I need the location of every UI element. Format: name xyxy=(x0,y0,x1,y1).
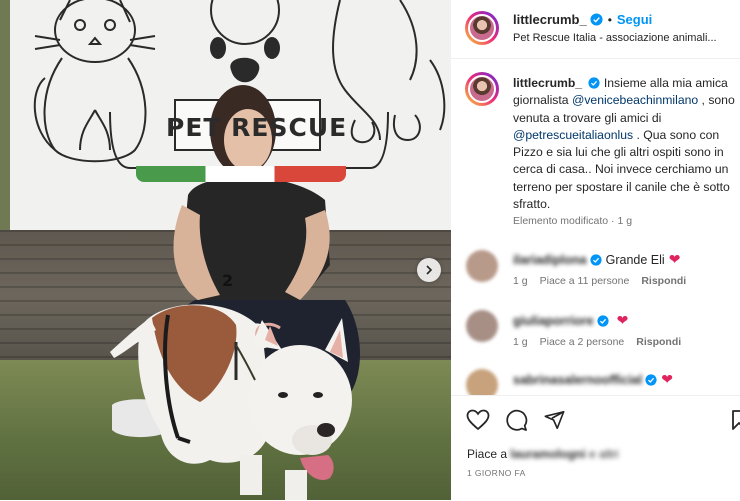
caption-edited-meta: Elemento modificato · 1 g xyxy=(513,215,633,227)
banner-flag-stripe xyxy=(136,166,346,182)
post-header: littlecrumb_ • Segui Pet Rescue Italia - a… xyxy=(451,0,740,59)
liked-by-suffix: e altri xyxy=(585,447,619,461)
verified-badge-icon xyxy=(590,254,602,266)
banner-logo-text: PET RESCUE xyxy=(166,113,348,142)
comment-avatar[interactable] xyxy=(466,310,498,342)
caption-text: littlecrumb_ Insieme alla mia amica gior… xyxy=(513,75,737,213)
post-actions-bar: Piace a lauramologni e altri 1 GIORNO FA xyxy=(451,395,740,501)
location-link[interactable]: Pet Rescue Italia - associazione animali… xyxy=(513,32,723,44)
comment-time: 1 g xyxy=(513,336,528,348)
separator-dot: • xyxy=(607,13,612,27)
author-username[interactable]: littlecrumb_ xyxy=(513,12,587,27)
verified-badge-icon xyxy=(588,77,601,89)
heart-emoji-icon: ❤ xyxy=(668,251,681,267)
post-photo[interactable]: 2 PET RESCUE xyxy=(0,0,451,500)
comment-username[interactable]: sabrinasalernoofficial xyxy=(513,373,642,387)
caption-username[interactable]: littlecrumb_ xyxy=(513,76,582,90)
liked-by-name[interactable]: lauramologni xyxy=(510,447,585,461)
carousel-next-button[interactable] xyxy=(417,258,441,282)
comment-text: Grande Eli xyxy=(605,253,665,267)
verified-badge-icon xyxy=(590,13,603,26)
photo-illustration: 2 xyxy=(33,0,446,500)
chevron-right-icon xyxy=(426,265,433,275)
comment-meta: 1 g Piace a 2 persone Rispondi xyxy=(513,336,693,348)
heart-emoji-icon: ❤ xyxy=(616,312,629,328)
follow-button[interactable]: Segui xyxy=(617,12,652,27)
verified-badge-icon xyxy=(645,374,657,386)
comment-meta: 1 g Piace a 11 persone Rispondi xyxy=(513,275,698,287)
post-side-panel: littlecrumb_ • Segui Pet Rescue Italia - a… xyxy=(451,0,740,501)
svg-text:2: 2 xyxy=(222,271,233,290)
comment-avatar[interactable] xyxy=(466,250,498,282)
reply-button[interactable]: Rispondi xyxy=(641,275,686,287)
heart-emoji-icon: ❤ xyxy=(661,371,673,387)
comment-line: sabrinasalernoofficial ❤ xyxy=(513,371,673,388)
bookmark-icon[interactable] xyxy=(731,409,740,431)
heart-icon[interactable] xyxy=(466,409,490,431)
comment-time: 1 g xyxy=(513,275,528,287)
reply-button[interactable]: Rispondi xyxy=(636,336,681,348)
mention-link[interactable]: @petrescueitaliaonlus xyxy=(513,128,633,142)
post-date: 1 GIORNO FA xyxy=(467,468,526,478)
liked-by-prefix: Piace a xyxy=(467,447,511,461)
comment-username[interactable]: giuliaporriore xyxy=(513,314,594,328)
comment-icon[interactable] xyxy=(505,409,528,432)
banner-cat-drawing xyxy=(33,0,156,163)
verified-badge-icon xyxy=(597,315,609,327)
comment-line: giuliaporriore ❤ xyxy=(513,312,628,329)
share-icon[interactable] xyxy=(543,409,566,431)
comment-line: ilariadiplona Grande Eli ❤ xyxy=(513,251,680,268)
comment-username[interactable]: ilariadiplona xyxy=(513,253,587,267)
author-avatar[interactable] xyxy=(465,11,499,45)
header-user-line: littlecrumb_ • Segui xyxy=(513,12,652,27)
comment-likes[interactable]: Piace a 11 persone xyxy=(540,275,630,287)
liked-by-text[interactable]: Piace a lauramologni e altri xyxy=(467,447,618,461)
caption-avatar[interactable] xyxy=(465,72,499,106)
mention-link[interactable]: @venicebeachinmilano xyxy=(572,93,698,107)
comment-likes[interactable]: Piace a 2 persone xyxy=(540,336,625,348)
